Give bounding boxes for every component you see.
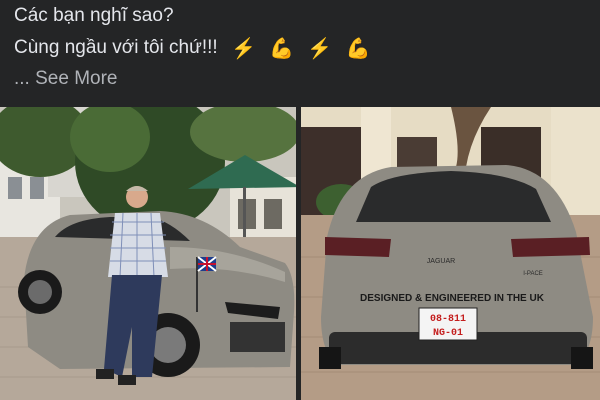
car-model-text: I-PACE <box>523 271 543 277</box>
flexed-biceps-icon: 💪 <box>345 38 371 60</box>
photo-left-illustration <box>0 107 296 400</box>
flexed-biceps-icon: 💪 <box>269 38 295 60</box>
lightning-icon: ⚡ <box>307 38 333 60</box>
ellipsis: ... <box>14 68 30 89</box>
post-line-exclaim: Cùng ngầu với tôi chứ!!! ⚡ 💪 ⚡ 💪 <box>14 32 370 65</box>
designed-in-uk-text: DESIGNED & ENGINEERED IN THE UK <box>360 293 545 304</box>
plate-line-2: NG-01 <box>433 328 463 339</box>
see-more-row: ... See More <box>14 63 118 95</box>
photo-man-with-car[interactable] <box>0 107 296 400</box>
car-brand-text: JAGUAR <box>427 258 455 265</box>
photo-car-rear[interactable]: JAGUAR I-PACE DESIGNED & ENGINEERED IN T… <box>301 107 600 400</box>
post-line-exclaim-text: Cùng ngầu với tôi chứ!!! <box>14 37 218 58</box>
photo-right-illustration: JAGUAR I-PACE DESIGNED & ENGINEERED IN T… <box>301 107 600 400</box>
lightning-icon: ⚡ <box>230 38 256 60</box>
see-more-link[interactable]: See More <box>35 68 117 89</box>
post-line-question: Các bạn nghĩ sao? <box>14 5 174 26</box>
plate-line-1: 08-811 <box>430 314 466 325</box>
